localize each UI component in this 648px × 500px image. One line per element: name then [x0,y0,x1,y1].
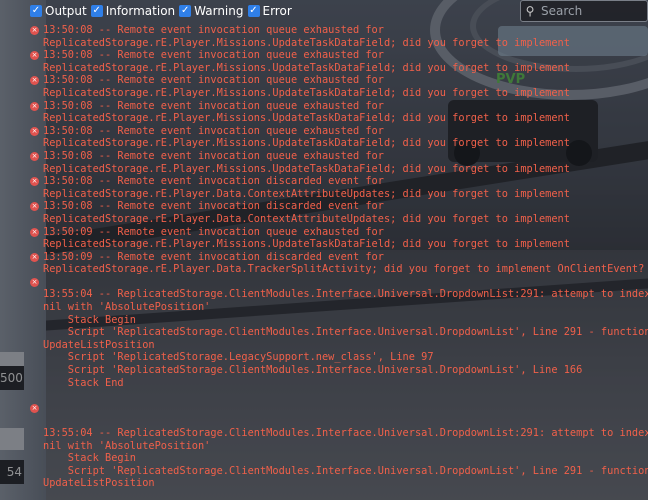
checkbox-icon[interactable]: ✓ [90,5,103,17]
filter-label: Warning [194,4,244,18]
log-line: ReplicatedStorage.rE.Player.Data.Tracker… [43,263,645,276]
log-line [30,389,648,402]
filter-output[interactable]: ✓ Output [30,4,87,18]
log-line: Stack Begin [43,313,136,326]
log-line: Script 'ReplicatedStorage.ClientModules.… [43,464,648,477]
log-line: ReplicatedStorage.rE.Player.Missions.Upd… [43,112,570,125]
error-icon: × [30,26,39,35]
log-line: ReplicatedStorage.rE.Player.Missions.Upd… [43,162,570,175]
error-icon: × [30,151,39,161]
log-line: 13:50:08 -- Remote event invocation queu… [43,99,384,112]
log-line: Stack Begin [43,452,136,465]
log-line: Script 'ReplicatedStorage.LegacySupport.… [43,351,434,364]
filter-error[interactable]: ✓ Error [247,4,292,18]
checkbox-icon[interactable]: ✓ [179,5,192,17]
log-entry: × 13:50:08 -- Remote event invocation que… [30,125,648,150]
log-line: 13:55:04 -- ReplicatedStorage.ClientModu… [43,288,648,301]
log-line: 13:50:08 -- Remote event invocation queu… [43,149,384,162]
log-line [30,276,648,289]
log-line: nil with 'AbsolutePosition' [43,439,211,452]
log-line: ReplicatedStorage.rE.Player.Missions.Upd… [43,238,570,251]
log-line: Script 'ReplicatedStorage.ClientModules.… [43,326,648,339]
log-line [30,414,648,427]
log-line: 13:50:08 -- Remote event invocation disc… [43,200,384,213]
log-entry: × 13:50:09 -- Remote event invocation dis… [30,251,648,276]
log-entry: × 13:55:04 -- ReplicatedStorage.ClientMo… [30,276,648,402]
log-line: ReplicatedStorage.rE.Player.Missions.Upd… [43,36,570,49]
log-line: ReplicatedStorage.rE.Player.Data.Context… [43,212,570,225]
log-entry: × 13:50:08 -- Remote event invocation que… [30,74,648,99]
error-icon: × [30,101,39,111]
log-line: UpdateListPosition [43,338,155,351]
log-line [30,402,648,415]
error-icon: × [30,277,39,287]
log-entry: × 13:55:04 -- ReplicatedStorage.ClientMo… [30,402,648,490]
error-icon: × [30,227,39,237]
log-output[interactable]: × 13:50:08 -- Remote event invocation que… [30,24,648,500]
developer-console: ✓ Output ✓ Information ✓ Warning ✓ Error… [0,0,648,500]
log-line: 13:50:08 -- Remote event invocation disc… [43,175,384,188]
log-line: Stack End [43,376,124,389]
filter-information[interactable]: ✓ Information [90,4,176,18]
log-entry: × 13:50:08 -- Remote event invocation dis… [30,200,648,225]
filter-warning[interactable]: ✓ Warning [179,4,244,18]
log-line: nil with 'AbsolutePosition' [43,301,211,314]
log-line: 13:50:09 -- Remote event invocation disc… [43,250,384,263]
log-line: UpdateListPosition [43,477,155,490]
log-entry: × 13:50:08 -- Remote event invocation que… [30,150,648,175]
log-line: ReplicatedStorage.rE.Player.Missions.Upd… [43,61,570,74]
log-line: 13:50:08 -- Remote event invocation queu… [43,124,384,137]
log-entry: × 13:50:08 -- Remote event invocation que… [30,49,648,74]
log-line: Script 'ReplicatedStorage.ClientModules.… [43,364,583,377]
error-icon: × [30,252,39,262]
log-entry: × 13:50:08 -- Remote event invocation dis… [30,175,648,200]
filter-label: Error [262,4,292,18]
log-line: ReplicatedStorage.rE.Player.Missions.Upd… [43,137,570,150]
log-entry: × 13:50:08 -- Remote event invocation que… [30,24,648,49]
search-input[interactable] [539,3,643,19]
filter-label: Information [105,4,176,18]
log-line: 13:50:08 -- Remote event invocation queu… [43,74,384,87]
log-entry: × 13:50:09 -- Remote event invocation que… [30,226,648,251]
search-icon: ⚲ [525,4,535,18]
log-filter-bar: ✓ Output ✓ Information ✓ Warning ✓ Error… [30,0,648,22]
log-line: 13:50:08 -- Remote event invocation queu… [43,49,384,62]
filter-label: Output [45,4,87,18]
error-icon: × [30,126,39,136]
log-line: 13:50:09 -- Remote event invocation queu… [43,225,384,238]
log-entry: × 13:50:08 -- Remote event invocation que… [30,100,648,125]
log-line: 13:50:08 -- Remote event invocation queu… [43,24,384,36]
log-line: 13:55:04 -- ReplicatedStorage.ClientModu… [43,427,648,439]
log-line: ReplicatedStorage.rE.Player.Data.Context… [43,187,570,200]
log-line: ReplicatedStorage.rE.Player.Missions.Upd… [43,86,570,99]
checkbox-icon[interactable]: ✓ [247,5,260,17]
search-box[interactable]: ⚲ [520,0,648,22]
checkbox-icon[interactable]: ✓ [30,5,42,17]
error-icon: × [30,403,39,413]
